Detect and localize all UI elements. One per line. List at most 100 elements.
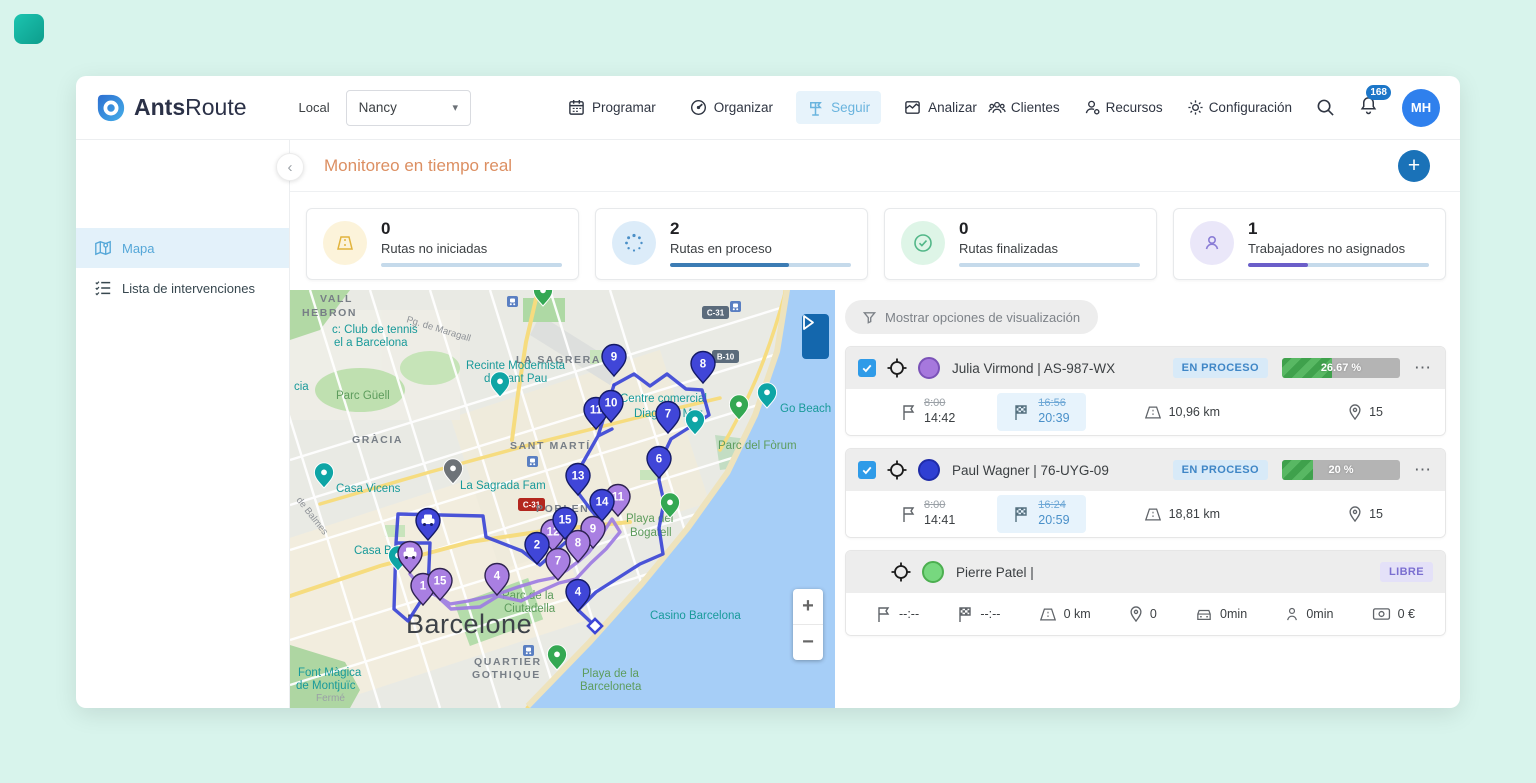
zoom-in-button[interactable]: + [793,589,823,624]
stat-card-rutas-no-iniciadas: 0 Rutas no iniciadas [306,208,579,280]
route-card-metrics: 8:00 14:41 16:24 20:59 [846,491,1445,537]
person-icon [1190,221,1234,265]
svg-text:9: 9 [590,524,596,536]
map-label: Barceloneta [580,681,642,693]
routes-panel: Mostrar opciones de visualización [835,290,1460,708]
nav-link-clientes[interactable]: Clientes [988,99,1060,116]
svg-text:C-31: C-31 [707,309,725,318]
route-menu-button[interactable]: ⋯ [1414,363,1433,373]
sidebar-item-mapa[interactable]: Mapa [76,228,289,268]
svg-text:13: 13 [572,471,585,483]
driver-color-avatar[interactable] [918,357,940,379]
stat-card-trabajadores-no-asignados: 1 Trabajadores no asignados [1173,208,1446,280]
stat-card-rutas-en-proceso: 2 Rutas en proceso [595,208,868,280]
stats-row: 0 Rutas no iniciadas 2 Rutas en proceso [290,192,1460,290]
svg-text:2: 2 [534,540,540,552]
end-time-metric: 16:56 20:39 [997,393,1085,430]
map-label: cia [294,381,309,393]
actual-end-time: 20:59 [1038,513,1069,529]
flag-icon [901,404,917,421]
brand-logo[interactable]: AntsRoute [96,93,247,123]
route-name[interactable]: Pierre Patel | [956,565,1034,580]
svg-text:14: 14 [596,497,609,509]
status-badge: EN PROCESO [1173,460,1268,480]
page-title: Monitoreo en tiempo real [324,156,512,176]
svg-text:8: 8 [575,538,582,550]
locate-target-icon[interactable] [886,357,908,379]
sidebar-item-label: Lista de intervenciones [122,281,255,296]
locate-target-icon[interactable] [886,459,908,481]
planned-end-time: 16:56 [1038,397,1069,411]
metric-value: 0 km [1064,607,1091,621]
drive-time-metric: 0min [1195,607,1247,622]
notification-badge: 168 [1366,85,1391,100]
map-label: Parc del Fòrum [718,440,797,452]
stat-label: Rutas no iniciadas [381,241,562,256]
svg-text:15: 15 [434,576,447,588]
map-expand-button[interactable] [802,314,829,359]
stops-metric: 15 [1348,404,1383,420]
route-checkbox[interactable] [858,359,876,377]
metric-value: 0min [1306,607,1333,621]
add-button[interactable]: + [1398,150,1430,182]
checklist-icon [94,279,112,297]
map-label: Casa Vicens [336,483,401,495]
stops-metric: 0 [1129,606,1157,622]
metric-value: --:-- [980,607,1000,621]
distance-value: 18,81 km [1169,507,1220,521]
status-badge: EN PROCESO [1173,358,1268,378]
service-time-metric: 0min [1285,606,1333,622]
search-button[interactable] [1316,98,1335,117]
svg-text:4: 4 [494,571,501,583]
page-header: ‹ Monitoreo en tiempo real + [290,140,1460,192]
map-label: de Montjuïc [296,680,356,692]
chevron-down-icon: ▾ [452,101,458,114]
transit-icon [523,645,534,656]
resources-icon [1084,99,1101,116]
driver-color-avatar[interactable] [918,459,940,481]
menu-item-analizar[interactable]: Analizar [893,91,988,124]
stat-label: Rutas finalizadas [959,241,1140,256]
collapse-sidebar-button[interactable]: ‹ [276,153,304,181]
transit-icon [730,301,741,312]
menu-item-seguir[interactable]: Seguir [796,91,881,124]
road-icon [1039,607,1057,622]
spinner-icon [612,221,656,265]
stat-card-rutas-finalizadas: 0 Rutas finalizadas [884,208,1157,280]
driver-color-avatar[interactable] [922,561,944,583]
user-avatar[interactable]: MH [1402,89,1440,127]
stat-label: Trabajadores no asignados [1248,241,1429,256]
check-icon [861,464,873,476]
distance-value: 10,96 km [1169,405,1220,419]
locate-target-icon[interactable] [890,561,912,583]
menu-item-programar[interactable]: Programar [557,91,667,124]
stat-progress-track [959,263,1140,267]
map-label: GRÀCIA [352,433,403,446]
signpost-icon [807,99,824,116]
route-card-header: Pierre Patel | LIBRE [846,551,1445,593]
nav-link-recursos[interactable]: Recursos [1084,99,1163,116]
route-menu-button[interactable]: ⋯ [1414,465,1433,475]
gear-icon [1187,99,1204,116]
menu-item-organizar[interactable]: Organizar [679,91,784,124]
stat-value: 0 [959,219,1140,239]
notifications-button[interactable]: 168 [1359,95,1378,120]
route-checkbox[interactable] [858,461,876,479]
route-name[interactable]: Paul Wagner | 76-UYG-09 [952,463,1109,478]
display-options-button[interactable]: Mostrar opciones de visualización [845,300,1098,334]
route-icon [323,221,367,265]
map-label: el a Barcelona [334,337,408,349]
actual-start-time: 14:42 [924,411,955,427]
map-canvas[interactable]: C-31B-10C-31 VALLHEBRONc: Club de tennis… [290,290,835,708]
route-name[interactable]: Julia Virmond | AS-987-WX [952,361,1115,376]
sidebar-item-lista-de-intervenciones[interactable]: Lista de intervenciones [76,268,289,308]
checkered-flag-icon [1013,506,1029,523]
start-time-metric: 8:00 14:42 [901,397,955,426]
map-label: Ciutadella [504,603,556,615]
zoom-out-button[interactable]: − [793,625,823,660]
nav-link-configuracion[interactable]: Configuración [1187,99,1292,116]
svg-text:B-10: B-10 [717,353,735,362]
metric-value: --:-- [899,607,919,621]
route-progress-bar: 26.67 % [1282,358,1400,378]
org-select[interactable]: Nancy ▾ [346,90,471,126]
